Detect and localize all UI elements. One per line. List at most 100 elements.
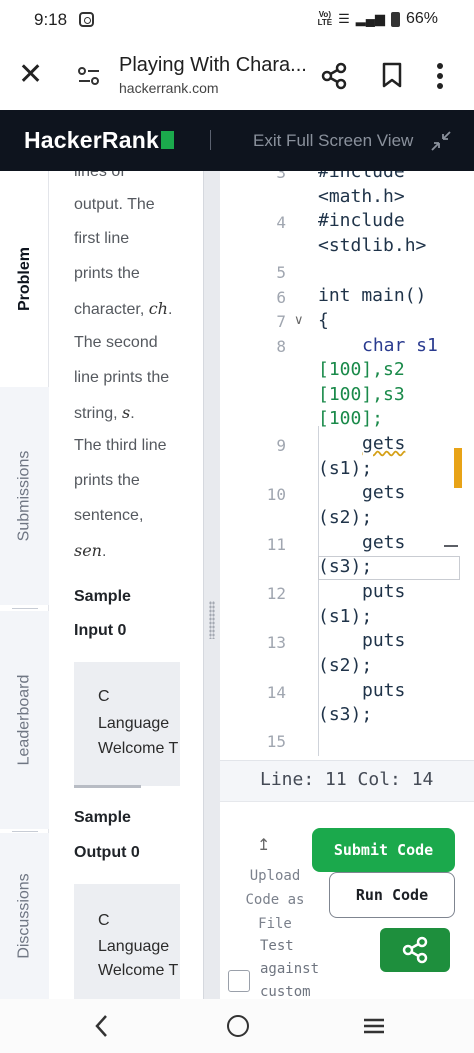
line-number: 13 xyxy=(266,633,286,652)
sample-output-heading: Sample xyxy=(74,809,131,826)
code-editor[interactable]: 3 4 5 6 7 ∨ 8 9 10 11 12 13 14 15 #inclu… xyxy=(220,171,474,801)
system-nav-bar xyxy=(0,999,474,1053)
custom-input-checkbox[interactable] xyxy=(228,970,250,992)
cursor-position: Line: 11 Col: 14 xyxy=(260,769,434,790)
side-tabs: Problem Submissions Leaderboard Discussi… xyxy=(0,171,49,999)
editor-scrollbar-marker[interactable] xyxy=(454,448,462,488)
share-icon[interactable] xyxy=(320,62,348,90)
page-url[interactable]: hackerrank.com xyxy=(119,80,219,96)
code-line: gets xyxy=(362,532,406,553)
sample-output-box: C Language Welcome T xyxy=(74,884,180,999)
code-line: #include xyxy=(318,210,405,231)
more-vert-icon[interactable] xyxy=(436,62,444,90)
share-button[interactable] xyxy=(380,928,450,972)
sample-scrollbar[interactable] xyxy=(74,785,141,788)
back-icon[interactable] xyxy=(92,1012,110,1040)
exit-fullscreen-button[interactable]: Exit Full Screen View xyxy=(253,131,413,151)
tab-problem[interactable]: Problem xyxy=(0,171,49,387)
volte-icon: Vo) LTE xyxy=(317,10,333,27)
panel-splitter[interactable] xyxy=(203,171,220,999)
sample-input-line: Language xyxy=(98,715,170,732)
code-line: char s1 xyxy=(362,335,438,356)
line-number: 5 xyxy=(276,263,286,282)
recent-apps-icon[interactable] xyxy=(363,1018,385,1034)
header-divider xyxy=(210,130,211,150)
code-line: (s3); xyxy=(318,704,373,725)
code-line: gets xyxy=(362,482,406,503)
sample-input-line: C xyxy=(98,688,110,705)
code-line: [100],s2 xyxy=(318,359,405,380)
status-indicators: Vo) LTE ☰ ▂▄▆ 66% xyxy=(318,10,438,28)
code-line: (s1); xyxy=(318,606,373,627)
submit-code-button[interactable]: Submit Code xyxy=(312,828,455,872)
line-number: 6 xyxy=(276,288,286,307)
problem-text-line: The second xyxy=(74,334,158,351)
sample-input-line: Welcome T xyxy=(98,740,179,757)
code-line: int main() xyxy=(318,285,427,306)
code-line: puts xyxy=(362,680,406,701)
editor-scrollbar-cursor xyxy=(444,545,458,547)
fold-chevron-icon[interactable]: ∨ xyxy=(294,312,304,328)
problem-text-line: sen. xyxy=(74,541,107,560)
wifi-icon: ☰ xyxy=(338,11,350,26)
status-time: 9:18 xyxy=(34,10,68,29)
line-number: 15 xyxy=(266,732,286,751)
sample-input-heading: Sample xyxy=(74,588,131,605)
upload-code-button[interactable]: Upload Code as File xyxy=(240,864,310,936)
problem-text-line: output. The xyxy=(74,196,155,213)
close-icon[interactable]: ✕ xyxy=(18,60,43,90)
sample-output-line: Language xyxy=(98,938,170,955)
sample-output-line: Welcome T xyxy=(98,962,179,979)
page-settings-icon[interactable] xyxy=(78,67,100,85)
code-line: <stdlib.h> xyxy=(318,235,427,256)
hackerrank-logo[interactable]: HackerRank xyxy=(24,127,174,154)
share-icon xyxy=(402,936,428,964)
problem-text-line: prints the xyxy=(74,265,140,282)
code-line: #include xyxy=(318,171,405,182)
tab-leaderboard[interactable]: Leaderboard xyxy=(0,611,49,829)
sample-output-line: C xyxy=(98,912,110,929)
line-number: 10 xyxy=(266,485,286,504)
problem-text-line: first line xyxy=(74,230,130,247)
upload-icon[interactable]: ↥ xyxy=(257,835,270,855)
code-line: [100]; xyxy=(318,408,384,429)
code-line: (s2); xyxy=(318,507,373,528)
browser-toolbar: ✕ Playing With Chara... hackerrank.com xyxy=(0,42,474,110)
problem-text-line: character, ch. xyxy=(74,299,173,318)
math-sen: sen xyxy=(74,541,102,560)
tab-separator xyxy=(12,831,38,832)
math-s: s xyxy=(122,403,131,422)
home-icon[interactable] xyxy=(227,1015,249,1037)
status-bar: 9:18 Vo) LTE ☰ ▂▄▆ 66% xyxy=(0,0,474,42)
sample-input-heading: Input 0 xyxy=(74,622,127,639)
bookmark-icon[interactable] xyxy=(381,62,403,88)
line-number: 14 xyxy=(266,683,286,702)
code-line: (s2); xyxy=(318,655,373,676)
battery-icon xyxy=(390,11,400,27)
drag-handle-icon[interactable] xyxy=(209,601,215,639)
exit-fullscreen-icon[interactable] xyxy=(430,130,452,152)
battery-level: 66% xyxy=(405,10,438,27)
sample-input-box: C Language Welcome T xyxy=(74,662,180,786)
editor-status-bar: Line: 11 Col: 14 xyxy=(220,760,474,801)
code-line: { xyxy=(318,310,329,331)
code-line: [100],s3 xyxy=(318,384,405,405)
run-code-button[interactable]: Run Code xyxy=(329,872,455,918)
problem-text-line: prints the xyxy=(74,472,140,489)
code-line: (s1); xyxy=(318,458,373,479)
tab-discussions[interactable]: Discussions xyxy=(0,833,49,999)
sample-output-heading: Output 0 xyxy=(74,844,140,861)
problem-text-line: line prints the xyxy=(74,369,170,386)
line-number: 3 xyxy=(276,171,286,182)
signal-icon: ▂▄▆ xyxy=(355,11,385,26)
line-number: 8 xyxy=(276,337,286,356)
tab-submissions[interactable]: Submissions xyxy=(0,387,49,605)
line-number: 7 xyxy=(276,312,286,331)
custom-input-label: Test against custom xyxy=(260,938,320,1000)
problem-text-line: sentence, xyxy=(74,507,144,524)
math-ch: ch xyxy=(148,299,168,318)
code-line: <math.h> xyxy=(318,186,405,207)
tab-separator xyxy=(12,608,38,609)
code-line: puts xyxy=(362,630,406,651)
line-number: 11 xyxy=(266,535,286,554)
